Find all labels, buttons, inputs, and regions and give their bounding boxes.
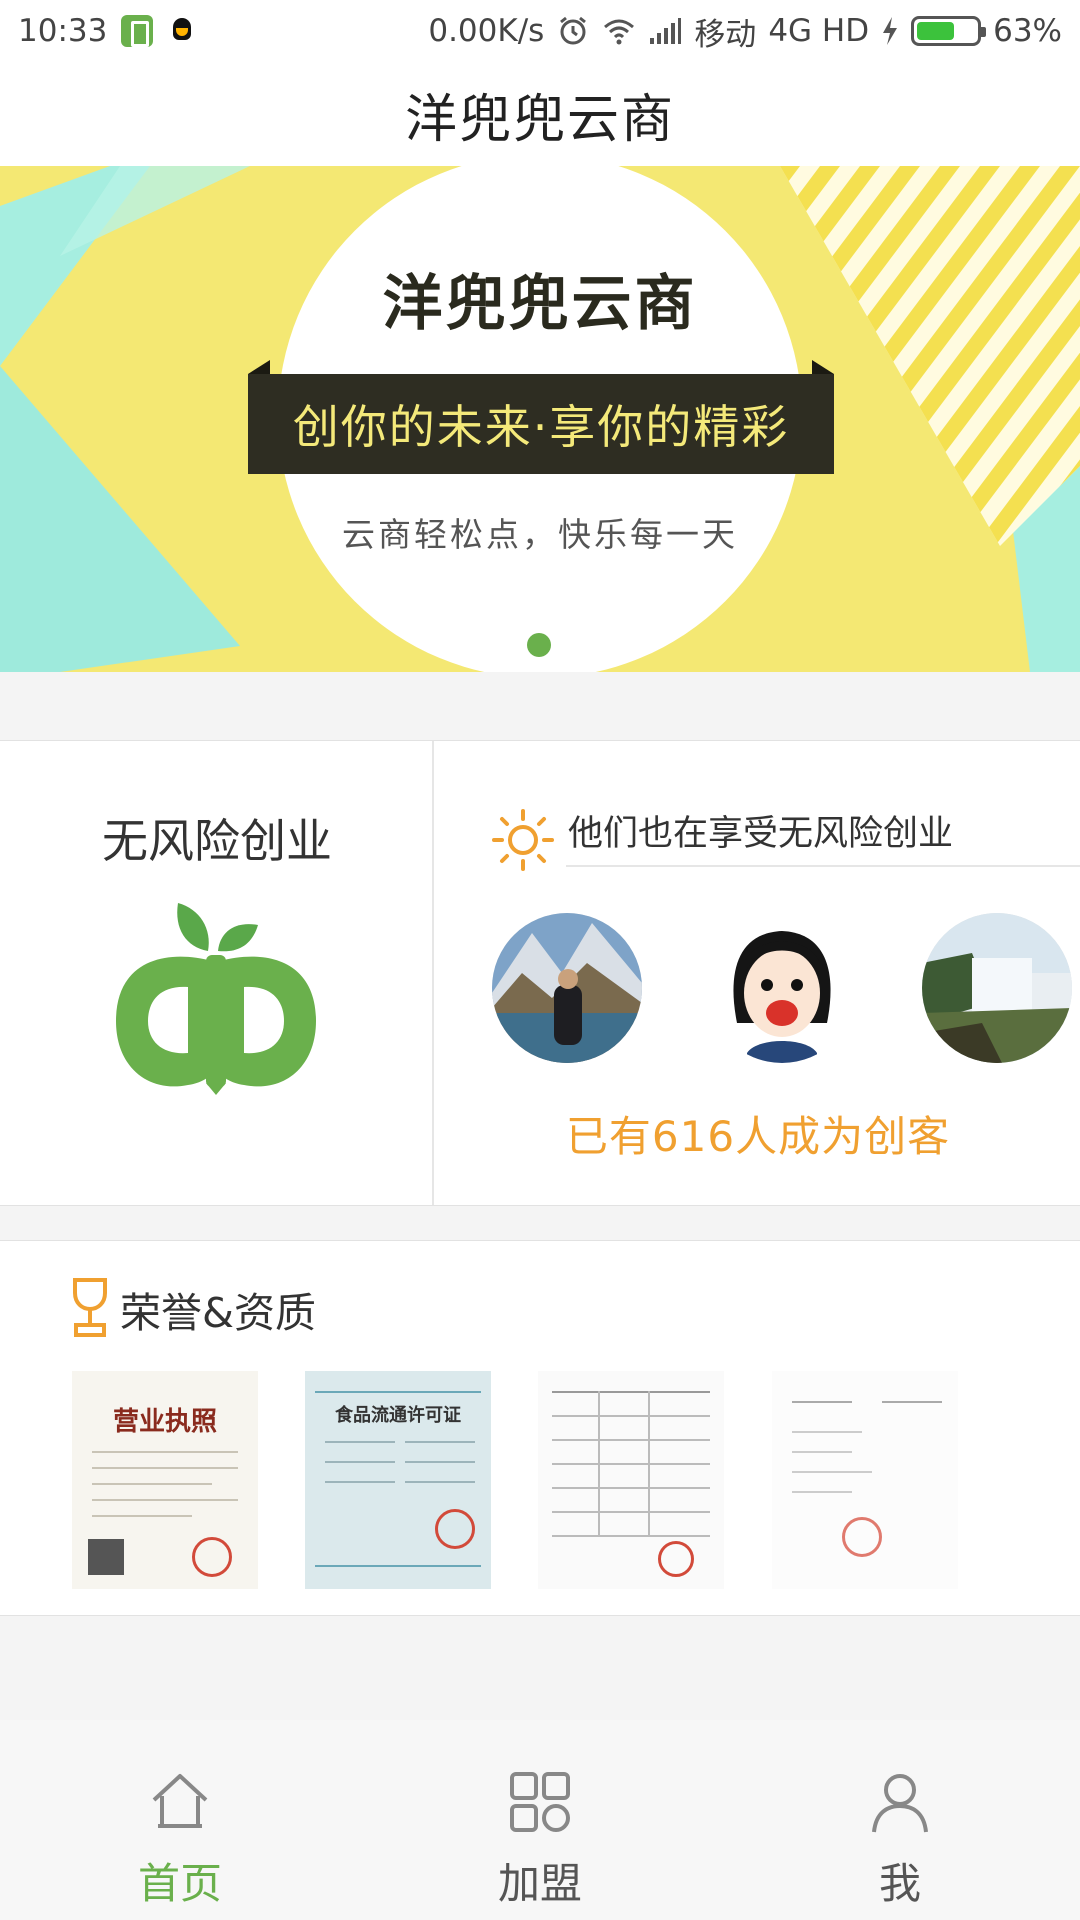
app-screen: 10:33 0.00K/s 移动 4G HD 63% 洋兜兜云商 洋兜兜云商 创… [0,0,1080,1920]
risk-free-section: 无风险创业 他们也在享受无风险创业 已有616人成为创客 [0,740,1080,1206]
honor-section: 荣誉&资质 营业执照 食品流通许可证 [0,1240,1080,1616]
signal-icon [650,18,682,44]
divider [566,865,1080,867]
certificate-business-license[interactable]: 营业执照 [72,1371,258,1589]
alarm-clock-icon [560,16,587,45]
honor-title: 荣誉&资质 [120,1289,316,1337]
certificate-row: 营业执照 食品流通许可证 [72,1371,1012,1589]
banner-subtitle: 云商轻松点，快乐每一天 [342,515,738,554]
qq-penguin-icon [167,16,197,46]
bottom-tab-bar: 首页 加盟 我 [0,1720,1080,1920]
risk-free-card[interactable]: 无风险创业 [0,741,434,1205]
sun-icon [492,809,554,871]
battery-app-icon [121,15,154,47]
user-icon [872,1774,928,1833]
tab-home[interactable]: 首页 [0,1720,360,1920]
page-title: 洋兜兜云商 [404,89,675,150]
network-speed: 0.00K/s [428,13,545,49]
creator-panel: 他们也在享受无风险创业 已有616人成为创客 [436,741,1080,1205]
battery-level-fill [917,22,954,40]
avatar-waterfall[interactable] [922,913,1072,1063]
battery-icon [911,16,987,46]
avatar-cartoon-girl[interactable] [707,913,857,1063]
risk-free-title: 无风险创业 [102,814,332,868]
enjoy-heading: 他们也在享受无风险创业 [568,814,954,854]
certificate-heading: 营业执照 [112,1407,217,1437]
banner-title: 洋兜兜云商 [382,269,698,339]
banner-slogan-ribbon: 创你的未来·享你的精彩 [248,374,834,474]
charging-bolt-icon [883,17,898,45]
status-time: 10:33 [18,13,108,49]
tab-join[interactable]: 加盟 [360,1720,720,1920]
status-bar: 10:33 0.00K/s 移动 4G HD 63% [0,0,1080,62]
home-icon [152,1774,208,1828]
apple-logo-icon [116,903,316,1095]
trophy-icon [73,1278,107,1337]
grid-icon [510,1772,570,1832]
certificate-food-circulation-permit[interactable]: 食品流通许可证 [305,1371,491,1589]
carrier-name: 移动 [694,16,757,53]
certificate-registration-form[interactable] [538,1371,724,1589]
avatar-mountain-lake[interactable] [492,913,642,1063]
promo-banner[interactable]: 洋兜兜云商 创你的未来·享你的精彩 云商轻松点，快乐每一天 [0,166,1080,672]
network-type: 4G HD [768,13,870,49]
page-title-bar: 洋兜兜云商 [0,62,1080,166]
creator-count: 已有616人成为创客 [565,1112,951,1161]
certificate-heading: 食品流通许可证 [335,1405,461,1426]
tab-me-label: 我 [878,1859,921,1908]
banner-page-indicator[interactable] [527,633,551,657]
tab-join-label: 加盟 [497,1859,582,1908]
wifi-icon [604,19,635,45]
certificate-filing-certificate[interactable] [772,1371,958,1589]
tab-me[interactable]: 我 [720,1720,1080,1920]
avatar-row [492,913,1072,1063]
tab-home-label: 首页 [137,1859,222,1908]
battery-percent: 63% [993,13,1062,49]
banner-slogan: 创你的未来·享你的精彩 [292,400,790,454]
